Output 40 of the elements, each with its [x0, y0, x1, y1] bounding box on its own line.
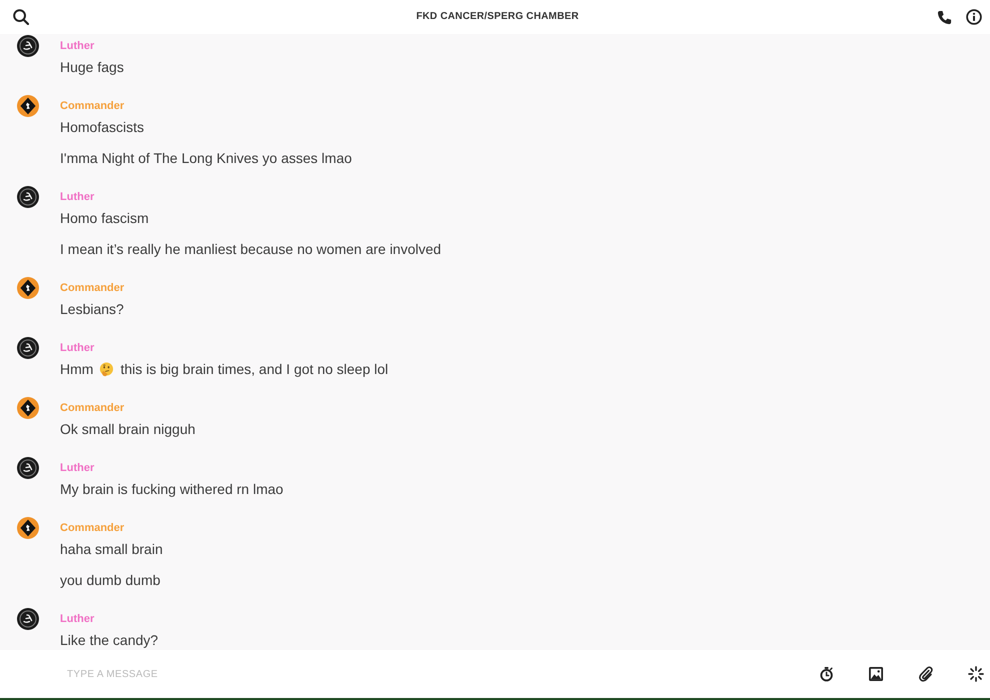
message-text: Homofascists — [60, 118, 144, 137]
sender-name: Luther — [60, 612, 94, 627]
message-text: Hmm — [60, 360, 94, 379]
sender-name: Luther — [60, 461, 94, 476]
message-text: I'mma Night of The Long Knives yo asses lmao — [60, 149, 352, 168]
avatar-icon — [17, 277, 39, 299]
avatar-icon — [17, 397, 39, 419]
message-text: Like the candy? — [60, 631, 158, 650]
avatar-icon — [17, 517, 39, 539]
sender-name: Commander — [60, 521, 124, 536]
sender-name: Luther — [60, 341, 94, 356]
message-text: I mean it’s really he manliest because no women are involved — [60, 240, 442, 259]
sender-name: Luther — [60, 190, 94, 205]
sender-name: Commander — [60, 281, 124, 296]
stopwatch-icon[interactable] — [819, 666, 834, 682]
thinking-face-icon — [99, 362, 114, 376]
avatar-icon — [17, 608, 39, 630]
paperclip-icon[interactable] — [918, 666, 934, 682]
phone-icon[interactable] — [937, 10, 952, 24]
sender-name: Luther — [60, 39, 94, 54]
message-text: you dumb dumb — [60, 571, 160, 590]
message-text: Homo fascism — [60, 209, 149, 228]
search-icon[interactable] — [13, 9, 29, 25]
image-icon[interactable] — [868, 666, 884, 682]
avatar-icon — [17, 186, 39, 208]
avatar-icon — [17, 337, 39, 359]
sender-name: Commander — [60, 401, 124, 416]
burst-icon[interactable] — [968, 666, 984, 682]
avatar-icon — [17, 95, 39, 117]
message-text: My brain is fucking withered rn lmao — [60, 480, 284, 499]
sender-name: Commander — [60, 99, 124, 114]
info-icon[interactable] — [966, 9, 982, 25]
message-text: Huge fags — [60, 58, 124, 77]
message-text: Ok small brain nigguh — [60, 420, 196, 439]
avatar-icon — [17, 457, 39, 479]
chat-title: FKD CANCER/SPERG CHAMBER — [416, 10, 579, 24]
message-text: this is big brain times, and I got no sleep lol — [120, 360, 388, 379]
message-text: haha small brain — [60, 540, 163, 559]
message-input[interactable]: TYPE A MESSAGE — [60, 663, 799, 685]
message-text: Lesbians? — [60, 300, 124, 319]
